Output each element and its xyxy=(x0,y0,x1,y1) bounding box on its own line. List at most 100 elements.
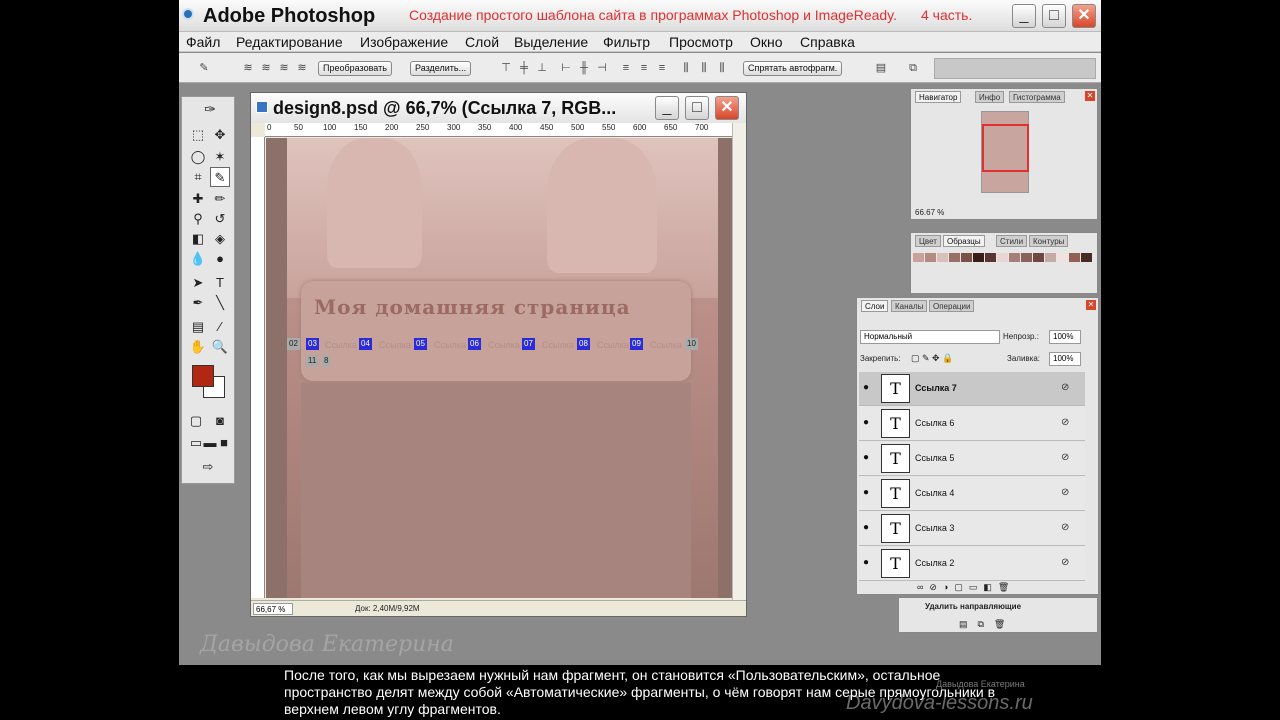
navigator-thumbnail[interactable] xyxy=(981,111,1029,193)
slice-tag[interactable]: 07 xyxy=(522,338,535,350)
hand-tool-icon[interactable]: ✋ xyxy=(188,337,208,357)
align-bottom-icon[interactable]: ⊥ xyxy=(535,61,549,75)
marquee-tool-icon[interactable]: ⬚ xyxy=(188,125,208,145)
menu-edit[interactable]: Редактирование xyxy=(236,34,343,50)
slice-tag[interactable]: 09 xyxy=(630,338,643,350)
color-swatch[interactable] xyxy=(1057,253,1068,262)
color-swatch[interactable] xyxy=(1045,253,1056,262)
move-tool-icon[interactable]: ✥ xyxy=(210,125,230,145)
menu-select[interactable]: Выделение xyxy=(514,34,588,50)
dodge-tool-icon[interactable]: ● xyxy=(210,249,230,269)
zoom-tool-icon[interactable]: 🔍 xyxy=(210,337,230,357)
quick-mask-icon[interactable]: ◙ xyxy=(210,411,230,431)
menu-layer[interactable]: Слой xyxy=(465,34,499,50)
menu-filter[interactable]: Фильтр xyxy=(603,34,650,50)
color-swatch[interactable] xyxy=(913,253,924,262)
file-browser-icon[interactable]: ⧉ xyxy=(906,61,920,75)
tab-color[interactable]: Цвет xyxy=(915,235,941,247)
convert-button[interactable]: Преобразовать xyxy=(318,61,392,76)
maximize-button[interactable]: □ xyxy=(1042,4,1066,28)
color-swatch[interactable] xyxy=(1069,253,1080,262)
distribute-top-icon[interactable]: ≡ xyxy=(619,61,633,75)
slice-stack-icon[interactable]: ≋ xyxy=(259,61,273,75)
close-icon[interactable]: ✕ xyxy=(1085,91,1095,101)
standard-mode-icon[interactable]: ▢ xyxy=(186,411,206,431)
jump-to-imageready-icon[interactable]: ⇨ xyxy=(190,457,226,477)
tab-histogram[interactable]: Гистограмма xyxy=(1009,91,1065,103)
layer-style-icon[interactable]: ⊘ xyxy=(1061,417,1069,428)
paint-bucket-icon[interactable]: ◈ xyxy=(210,229,230,249)
layer-row[interactable]: ● T Ссылка 7 ⊘ xyxy=(859,372,1085,406)
slice-options-icon[interactable]: ▤ xyxy=(874,61,888,75)
distribute-right-icon[interactable]: ⫼ xyxy=(715,61,729,75)
eye-icon[interactable]: ● xyxy=(863,522,869,533)
slice-tag[interactable]: 06 xyxy=(468,338,481,350)
doc-minimize-button[interactable]: _ xyxy=(655,96,679,120)
history-item[interactable]: Удалить направляющие xyxy=(925,602,1021,611)
line-tool-icon[interactable]: ╲ xyxy=(210,293,230,313)
distribute-center-icon[interactable]: ⫼ xyxy=(697,61,711,75)
color-swatch[interactable] xyxy=(961,253,972,262)
slice-tag[interactable]: 8 xyxy=(322,355,331,367)
feather-logo-icon[interactable]: ✑ xyxy=(196,99,224,119)
slice-stack-icon[interactable]: ≋ xyxy=(277,61,291,75)
layer-row[interactable]: ● T Ссылка 4 ⊘ xyxy=(859,477,1085,511)
slice-tag[interactable]: 11 xyxy=(306,355,319,367)
menu-image[interactable]: Изображение xyxy=(360,34,448,50)
close-button[interactable]: ✕ xyxy=(1072,4,1096,28)
slice-tag[interactable]: 03 xyxy=(306,338,319,350)
menu-window[interactable]: Окно xyxy=(750,34,783,50)
history-brush-icon[interactable]: ↺ xyxy=(210,209,230,229)
brush-tool-icon[interactable]: ✏ xyxy=(210,189,230,209)
layer-row[interactable]: ● T Ссылка 2 ⊘ xyxy=(859,547,1085,581)
tab-info[interactable]: Инфо xyxy=(975,91,1005,103)
eye-icon[interactable]: ● xyxy=(863,557,869,568)
navigator-view-box[interactable] xyxy=(982,124,1029,172)
eraser-tool-icon[interactable]: ◧ xyxy=(188,229,208,249)
menu-file[interactable]: Файл xyxy=(186,34,220,50)
color-swatch[interactable] xyxy=(985,253,996,262)
align-left-icon[interactable]: ⊢ xyxy=(559,61,573,75)
magic-wand-tool-icon[interactable]: ✶ xyxy=(210,147,230,167)
opacity-field[interactable]: 100% xyxy=(1049,330,1081,344)
slice-tag[interactable]: 05 xyxy=(414,338,427,350)
color-swatch[interactable] xyxy=(1033,253,1044,262)
align-top-icon[interactable]: ⊤ xyxy=(499,61,513,75)
slice-tag[interactable]: 02 xyxy=(287,338,300,350)
align-middle-icon[interactable]: ╪ xyxy=(517,61,531,75)
slice-tag[interactable]: 10 xyxy=(685,338,698,350)
hide-auto-slices-button[interactable]: Спрятать автофрагм. xyxy=(743,61,843,76)
eye-icon[interactable]: ● xyxy=(863,417,869,428)
tab-actions[interactable]: Операции xyxy=(929,300,975,312)
color-swatch[interactable] xyxy=(949,253,960,262)
tab-layers[interactable]: Слои xyxy=(861,300,889,312)
crop-tool-icon[interactable]: ⌗ xyxy=(188,167,208,187)
divide-button[interactable]: Разделить... xyxy=(410,61,472,76)
align-center-icon[interactable]: ╫ xyxy=(577,61,591,75)
foreground-color-swatch[interactable] xyxy=(192,365,214,387)
eye-icon[interactable]: ● xyxy=(863,452,869,463)
tab-swatches[interactable]: Образцы xyxy=(943,235,985,247)
tab-styles[interactable]: Стили xyxy=(996,235,1028,247)
menu-help[interactable]: Справка xyxy=(800,34,855,50)
slice-tag[interactable]: 04 xyxy=(359,338,372,350)
layer-actions-icons[interactable]: ∞⊘◑▢▭◧🗑 xyxy=(917,582,1015,593)
history-actions-icons[interactable]: ▤⧉🗑 xyxy=(959,619,1015,630)
eye-icon[interactable]: ● xyxy=(863,382,869,393)
color-swatch[interactable] xyxy=(973,253,984,262)
pen-tool-icon[interactable]: ✒ xyxy=(188,293,208,313)
close-icon[interactable]: ✕ xyxy=(1086,300,1096,310)
eye-icon[interactable]: ● xyxy=(863,487,869,498)
layer-row[interactable]: ● T Ссылка 3 ⊘ xyxy=(859,512,1085,546)
document-canvas[interactable]: Моя домашняя страница 02 03 Ссылка 1 04 … xyxy=(266,138,732,598)
layer-row[interactable]: ● T Ссылка 5 ⊘ xyxy=(859,442,1085,476)
blur-tool-icon[interactable]: 💧 xyxy=(188,249,208,269)
fill-field[interactable]: 100% xyxy=(1049,352,1081,366)
color-swatch[interactable] xyxy=(1021,253,1032,262)
color-swatch[interactable] xyxy=(925,253,936,262)
clone-stamp-icon[interactable]: ⚲ xyxy=(188,209,208,229)
distribute-bottom-icon[interactable]: ≡ xyxy=(655,61,669,75)
lock-icons[interactable]: ▢ ✎ ✥ 🔒 xyxy=(911,353,953,364)
lasso-tool-icon[interactable]: ◯ xyxy=(188,147,208,167)
blend-mode-select[interactable]: Нормальный xyxy=(860,330,1000,344)
